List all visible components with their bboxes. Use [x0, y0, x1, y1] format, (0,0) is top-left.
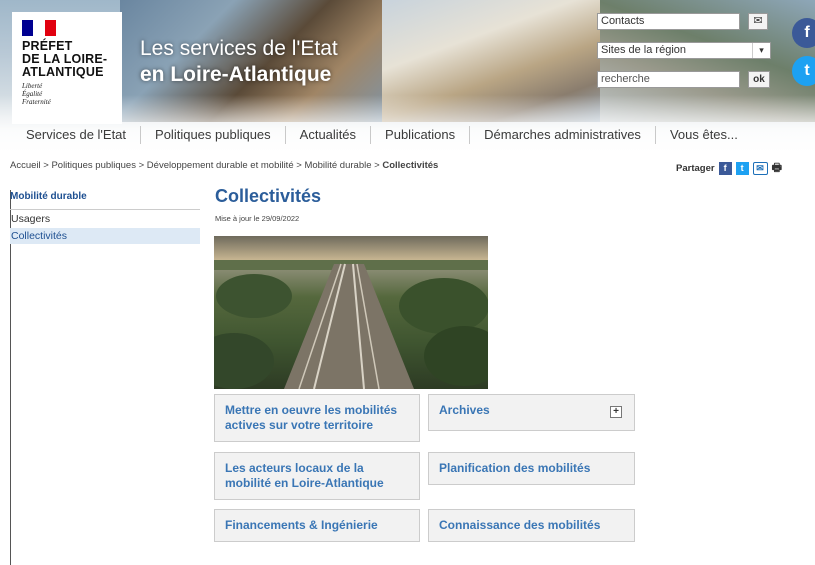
mail-icon[interactable]: ✉: [748, 13, 768, 30]
search-ok-button[interactable]: ok: [748, 71, 770, 88]
share-label: Partager: [676, 163, 715, 174]
update-date: Mise à jour le 29/09/2022: [215, 214, 300, 223]
left-divider: [10, 190, 11, 565]
card-financements[interactable]: Financements & Ingénierie: [214, 509, 420, 542]
site-header: PRÉFET DE LA LOIRE- ATLANTIQUE Liberté É…: [0, 0, 815, 155]
nav-politiques-publiques[interactable]: Politiques publiques: [141, 124, 285, 146]
sites-region-value: Sites de la région: [601, 44, 686, 56]
share-facebook-icon[interactable]: f: [718, 162, 732, 175]
nav-publications[interactable]: Publications: [371, 124, 469, 146]
card-archives-label: Archives: [439, 403, 490, 417]
breadcrumb-link[interactable]: Développement durable et mobilité: [147, 160, 294, 171]
railway-photo: [214, 236, 488, 389]
sidebar-divider: [10, 209, 200, 210]
site-title-line2: en Loire-Atlantique: [140, 63, 332, 86]
expand-plus-icon[interactable]: +: [610, 406, 622, 418]
marianne-flag-icon: [22, 20, 56, 36]
logo-motto: Liberté Égalité Fraternité: [22, 82, 51, 106]
prefet-logo[interactable]: PRÉFET DE LA LOIRE- ATLANTIQUE Liberté É…: [12, 12, 122, 124]
site-title[interactable]: Les services de l'Etat en Loire-Atlantiq…: [140, 36, 338, 88]
share-twitter-icon[interactable]: t: [735, 162, 749, 175]
contacts-link[interactable]: Contacts: [597, 13, 740, 30]
share-bar: Partager f t ✉ 🖶: [676, 159, 782, 178]
card-mobilites-actives[interactable]: Mettre en oeuvre les mobilités actives s…: [214, 394, 420, 442]
chevron-down-icon: ▾: [752, 43, 770, 58]
search-input[interactable]: recherche: [597, 71, 740, 88]
nav-services-etat[interactable]: Services de l'Etat: [0, 124, 140, 146]
page-title: Collectivités: [215, 186, 322, 206]
card-acteurs-locaux[interactable]: Les acteurs locaux de la mobilité en Loi…: [214, 452, 420, 500]
card-planification[interactable]: Planification des mobilités: [428, 452, 635, 485]
nav-vous-etes[interactable]: Vous êtes...: [656, 124, 752, 146]
nav-demarches[interactable]: Démarches administratives: [470, 124, 655, 146]
sites-region-select[interactable]: Sites de la région ▾: [597, 42, 771, 59]
card-connaissance[interactable]: Connaissance des mobilités: [428, 509, 635, 542]
breadcrumb: Accueil > Politiques publiques > Dévelop…: [10, 160, 439, 171]
share-mail-icon[interactable]: ✉: [752, 162, 768, 175]
main-nav: Services de l'Etat Politiques publiques …: [0, 124, 815, 146]
sidebar-item-collectivites[interactable]: Collectivités: [10, 228, 200, 244]
print-icon[interactable]: 🖶: [772, 159, 782, 178]
breadcrumb-link[interactable]: Politiques publiques: [51, 160, 136, 171]
logo-title: PRÉFET DE LA LOIRE- ATLANTIQUE: [22, 39, 108, 79]
breadcrumb-link[interactable]: Accueil: [10, 160, 41, 171]
nav-actualites[interactable]: Actualités: [286, 124, 370, 146]
facebook-icon[interactable]: f: [792, 18, 815, 48]
sidebar-title[interactable]: Mobilité durable: [10, 191, 87, 202]
breadcrumb-link[interactable]: Mobilité durable: [304, 160, 371, 171]
twitter-icon[interactable]: t: [792, 56, 815, 86]
sidebar-item-usagers[interactable]: Usagers: [10, 211, 200, 227]
site-title-line1: Les services de l'Etat: [140, 37, 338, 60]
breadcrumb-current: Collectivités: [382, 160, 439, 171]
card-archives[interactable]: Archives +: [428, 394, 635, 431]
